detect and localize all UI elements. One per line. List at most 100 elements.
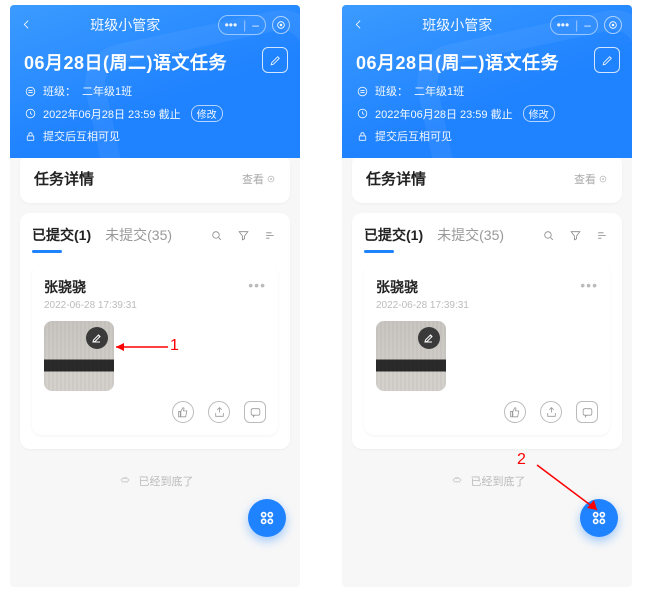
view-detail-link[interactable]: 查看: [242, 171, 276, 187]
tab-submitted[interactable]: 已提交(1): [364, 225, 423, 245]
grid-icon: [257, 508, 277, 528]
task-meta: 班级： 二年级1班 2022年06月28日 23:59 截止 修改 提交后互相可…: [24, 83, 286, 144]
deadline-row: 2022年06月28日 23:59 截止 修改: [356, 105, 618, 122]
like-icon[interactable]: [172, 401, 194, 423]
class-label: 班级：: [43, 83, 76, 99]
task-title: 06月28日(周二)语文任务: [24, 49, 286, 75]
submission-header: 张骁骁 2022-06-28 17:39:31 •••: [376, 277, 598, 311]
tab-unsubmitted[interactable]: 未提交(35): [437, 225, 504, 245]
phone-screenshot-left: 班级小管家 •••|– 06月28日(周二)语文任务 班级： 二年级1班: [10, 5, 300, 587]
tab-unsubmitted[interactable]: 未提交(35): [105, 225, 172, 245]
student-name: 张骁骁: [376, 277, 469, 297]
clock-icon: [24, 107, 37, 120]
navbar: 班级小管家 •••|–: [342, 5, 632, 41]
filter-icon[interactable]: [236, 228, 251, 243]
class-icon: [24, 85, 37, 98]
tabs: 已提交(1) 未提交(35): [32, 225, 172, 245]
nav-target-icon[interactable]: [272, 16, 290, 34]
share-icon[interactable]: [208, 401, 230, 423]
submission-actions: [44, 401, 266, 423]
submissions-card: 已提交(1) 未提交(35) 张骁骁 2022-06-28 17:39:31 •…: [352, 213, 622, 449]
deadline-text: 2022年06月28日 23:59 截止: [375, 106, 513, 122]
submissions-card: 已提交(1) 未提交(35) 张骁骁 2022-06-28 17:39:31 •…: [20, 213, 290, 449]
tab-tools: [541, 228, 610, 243]
visibility-text: 提交后互相可见: [43, 128, 120, 144]
submission-actions: [376, 401, 598, 423]
annotate-icon[interactable]: [86, 327, 108, 349]
like-icon[interactable]: [504, 401, 526, 423]
submission-item: 张骁骁 2022-06-28 17:39:31 •••: [364, 265, 610, 435]
nav-title: 班级小管家: [90, 15, 160, 35]
task-detail-card[interactable]: 任务详情 查看: [20, 158, 290, 203]
tabs: 已提交(1) 未提交(35): [364, 225, 504, 245]
visibility-row: 提交后互相可见: [24, 128, 286, 144]
deadline-text: 2022年06月28日 23:59 截止: [43, 106, 181, 122]
visibility-row: 提交后互相可见: [356, 128, 618, 144]
nav-more-pill[interactable]: •••|–: [550, 15, 598, 35]
filter-icon[interactable]: [568, 228, 583, 243]
deadline-row: 2022年06月28日 23:59 截止 修改: [24, 105, 286, 122]
lock-icon: [356, 130, 369, 143]
task-title: 06月28日(周二)语文任务: [356, 49, 618, 75]
submission-header: 张骁骁 2022-06-28 17:39:31 •••: [44, 277, 266, 311]
fab-button[interactable]: [580, 499, 618, 537]
nav-right: •••|–: [218, 15, 290, 35]
search-icon[interactable]: [541, 228, 556, 243]
submission-more-icon[interactable]: •••: [248, 277, 266, 293]
sort-icon[interactable]: [595, 228, 610, 243]
clock-icon: [356, 107, 369, 120]
nav-title: 班级小管家: [422, 15, 492, 35]
class-value: 二年级1班: [414, 83, 464, 99]
class-label: 班级：: [375, 83, 408, 99]
detail-title: 任务详情: [34, 168, 94, 189]
class-row: 班级： 二年级1班: [356, 83, 618, 99]
fab-button[interactable]: [248, 499, 286, 537]
tabs-row: 已提交(1) 未提交(35): [32, 225, 278, 245]
nav-more-pill[interactable]: •••|–: [218, 15, 266, 35]
title-area: 06月28日(周二)语文任务 班级： 二年级1班 2022年06月28日 23:…: [342, 41, 632, 158]
back-icon[interactable]: [20, 15, 33, 36]
list-end-message: 已经到底了: [342, 473, 632, 489]
comment-icon[interactable]: [576, 401, 598, 423]
submission-thumbnail[interactable]: [44, 321, 114, 391]
share-icon[interactable]: [540, 401, 562, 423]
tab-submitted[interactable]: 已提交(1): [32, 225, 91, 245]
tabs-row: 已提交(1) 未提交(35): [364, 225, 610, 245]
edit-task-icon[interactable]: [594, 47, 620, 73]
phone-screenshot-right: 班级小管家 •••|– 06月28日(周二)语文任务 班级： 二年级1班: [342, 5, 632, 587]
sort-icon[interactable]: [263, 228, 278, 243]
view-detail-link[interactable]: 查看: [574, 171, 608, 187]
detail-title: 任务详情: [366, 168, 426, 189]
header-area: 班级小管家 •••|– 06月28日(周二)语文任务 班级： 二年级1班: [10, 5, 300, 158]
visibility-text: 提交后互相可见: [375, 128, 452, 144]
submission-time: 2022-06-28 17:39:31: [376, 300, 469, 311]
nav-target-icon[interactable]: [604, 16, 622, 34]
submission-thumbnail[interactable]: [376, 321, 446, 391]
navbar: 班级小管家 •••|–: [10, 5, 300, 41]
submission-time: 2022-06-28 17:39:31: [44, 300, 137, 311]
student-name: 张骁骁: [44, 277, 137, 297]
task-meta: 班级： 二年级1班 2022年06月28日 23:59 截止 修改 提交后互相可…: [356, 83, 618, 144]
class-row: 班级： 二年级1班: [24, 83, 286, 99]
lock-icon: [24, 130, 37, 143]
header-area: 班级小管家 •••|– 06月28日(周二)语文任务 班级： 二年级1班: [342, 5, 632, 158]
modify-tag[interactable]: 修改: [191, 105, 223, 122]
submission-more-icon[interactable]: •••: [580, 277, 598, 293]
list-end-message: 已经到底了: [10, 473, 300, 489]
class-value: 二年级1班: [82, 83, 132, 99]
grid-icon: [589, 508, 609, 528]
back-icon[interactable]: [352, 15, 365, 36]
search-icon[interactable]: [209, 228, 224, 243]
edit-task-icon[interactable]: [262, 47, 288, 73]
annotate-icon[interactable]: [418, 327, 440, 349]
comment-icon[interactable]: [244, 401, 266, 423]
title-area: 06月28日(周二)语文任务 班级： 二年级1班 2022年06月28日 23:…: [10, 41, 300, 158]
modify-tag[interactable]: 修改: [523, 105, 555, 122]
ufo-icon: [117, 475, 133, 487]
submission-item: 张骁骁 2022-06-28 17:39:31 •••: [32, 265, 278, 435]
ufo-icon: [449, 475, 465, 487]
task-detail-card[interactable]: 任务详情 查看: [352, 158, 622, 203]
class-icon: [356, 85, 369, 98]
nav-right: •••|–: [550, 15, 622, 35]
tab-tools: [209, 228, 278, 243]
